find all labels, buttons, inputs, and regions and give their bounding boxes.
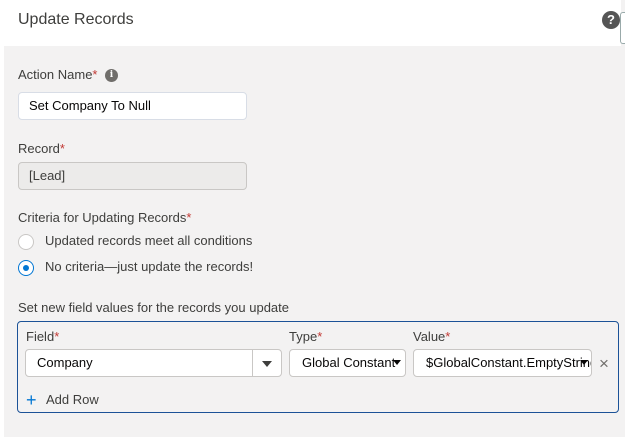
action-name-input[interactable]: Set Company To Null — [18, 92, 247, 120]
record-label: Record* — [18, 141, 65, 156]
required-marker: * — [54, 329, 60, 344]
value-select[interactable]: $GlobalConstant.EmptyString — [413, 349, 592, 377]
radio-meet-all-conditions[interactable] — [18, 234, 34, 250]
value-column-label: Value* — [413, 329, 450, 344]
radio-no-criteria[interactable] — [18, 260, 34, 276]
radio-label-no-criteria[interactable]: No criteria—just update the records! — [45, 259, 253, 274]
action-name-label-text: Action Name — [18, 67, 93, 82]
type-select[interactable]: Global Constant — [289, 349, 406, 377]
panel-header: Update Records ? — [4, 0, 621, 46]
field-combobox[interactable]: Company — [25, 349, 282, 377]
type-value: Global Constant — [302, 355, 396, 370]
action-name-label: Action Name* — [18, 67, 97, 82]
add-row-button[interactable]: Add Row — [46, 392, 99, 407]
page-title: Update Records — [18, 11, 134, 28]
radio-label-meet-all-conditions[interactable]: Updated records meet all conditions — [45, 233, 252, 248]
chevron-down-icon[interactable] — [262, 361, 272, 367]
required-marker: * — [59, 141, 65, 156]
value-value: $GlobalConstant.EmptyString — [426, 355, 592, 370]
remove-row-icon[interactable]: × — [599, 355, 609, 372]
info-icon[interactable]: i — [105, 69, 118, 82]
required-marker: * — [317, 329, 323, 344]
value-column-label-text: Value — [413, 329, 446, 344]
field-value: Company — [37, 355, 93, 370]
field-values-label: Set new field values for the records you… — [18, 300, 289, 315]
record-label-text: Record — [18, 141, 60, 156]
required-marker: * — [445, 329, 451, 344]
type-column-label-text: Type — [289, 329, 318, 344]
scrollbar-handle[interactable] — [620, 12, 625, 44]
criteria-label: Criteria for Updating Records* — [18, 210, 191, 225]
combobox-divider — [252, 350, 253, 376]
field-column-label-text: Field — [26, 329, 55, 344]
type-column-label: Type* — [289, 329, 322, 344]
chevron-down-icon[interactable] — [580, 360, 588, 365]
chevron-down-icon[interactable] — [393, 360, 401, 365]
field-column-label: Field* — [26, 329, 59, 344]
criteria-label-text: Criteria for Updating Records — [18, 210, 187, 225]
required-marker: * — [92, 67, 98, 82]
field-assignment-panel: Field* Type* Value* Company Global Const… — [17, 321, 619, 413]
add-icon[interactable]: + — [26, 391, 37, 409]
required-marker: * — [186, 210, 192, 225]
record-input: [Lead] — [18, 162, 247, 190]
help-icon[interactable]: ? — [602, 11, 620, 29]
